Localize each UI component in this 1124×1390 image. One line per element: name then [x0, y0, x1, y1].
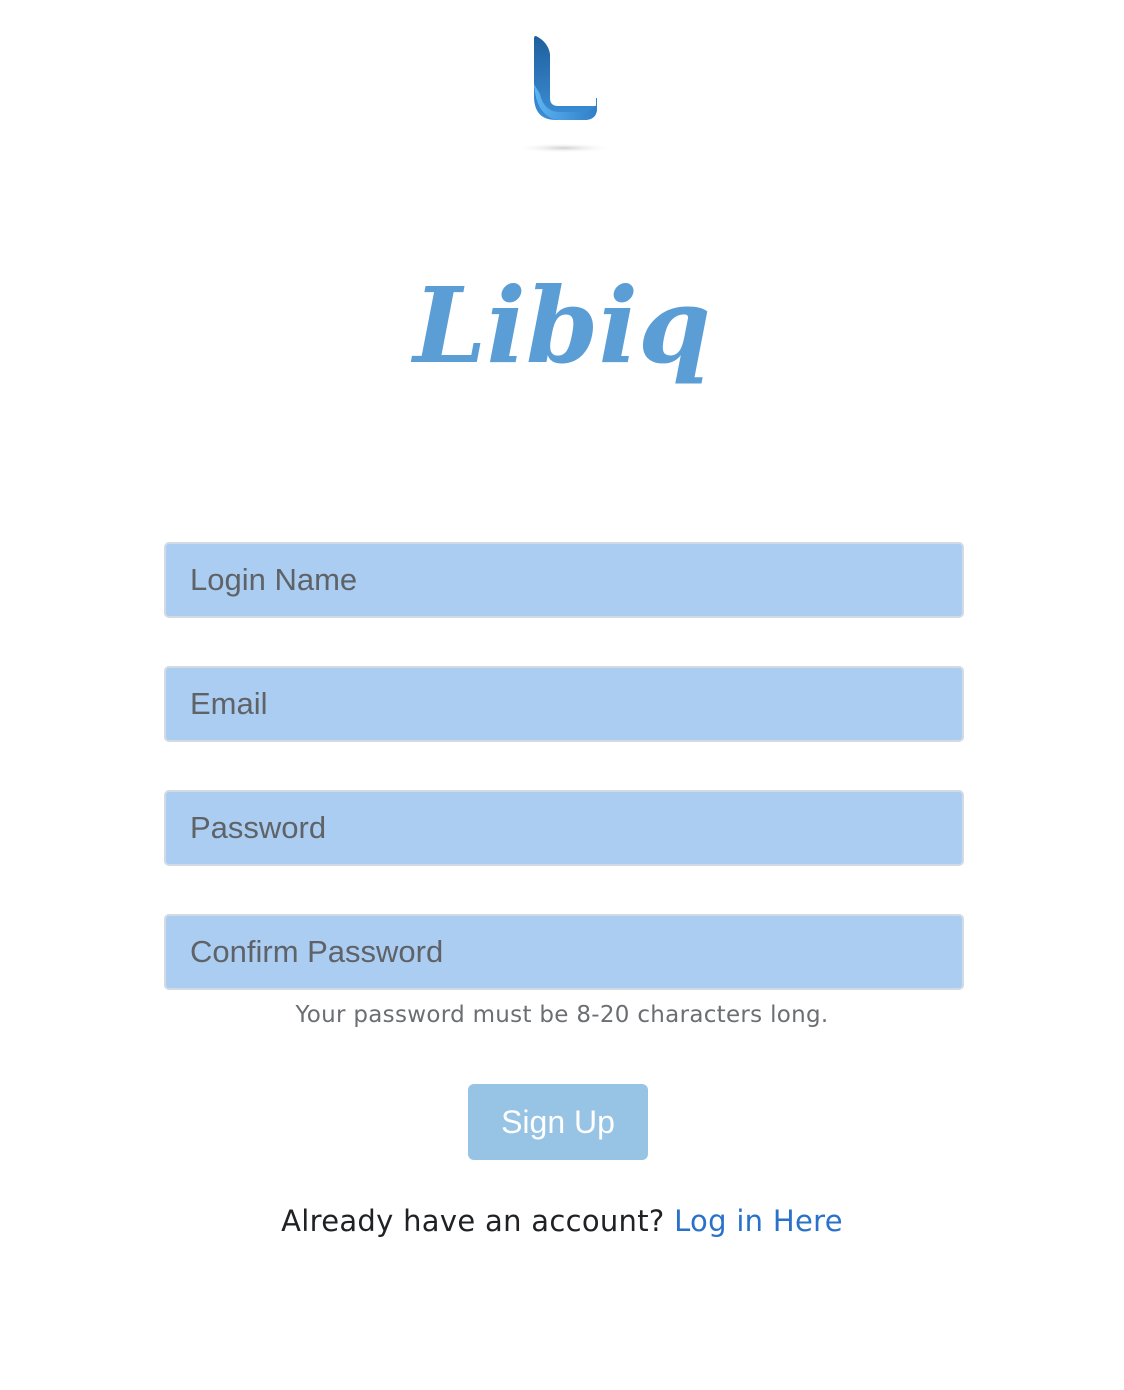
login-name-input[interactable]	[164, 542, 964, 618]
login-prompt-text: Already have an account?	[281, 1204, 675, 1238]
confirm-password-input[interactable]	[164, 914, 964, 990]
brand-wordmark: Libiq	[362, 262, 762, 412]
password-input[interactable]	[164, 790, 964, 866]
email-input[interactable]	[164, 666, 964, 742]
letter-l-logo-icon	[500, 24, 624, 160]
log-in-link[interactable]: Log in Here	[674, 1204, 843, 1238]
login-prompt-line: Already have an account? Log in Here	[0, 1204, 1124, 1238]
sign-up-button[interactable]: Sign Up	[468, 1084, 648, 1160]
password-hint: Your password must be 8-20 characters lo…	[295, 1002, 829, 1028]
brand-wordmark-text: Libiq	[410, 264, 711, 387]
